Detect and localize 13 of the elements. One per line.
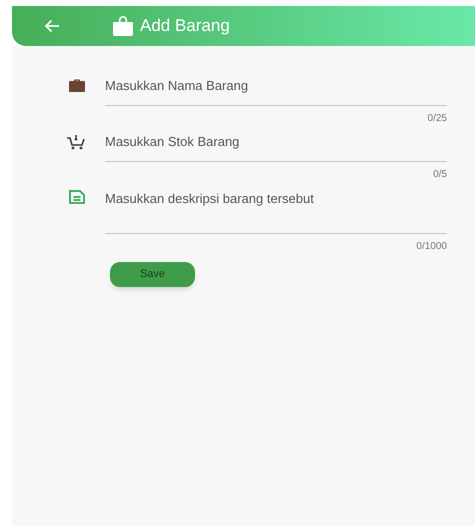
character-counter: 0/5 (433, 168, 447, 182)
cart-icon (67, 134, 85, 150)
character-counter: 0/25 (428, 112, 447, 126)
back-icon[interactable] (44, 19, 60, 33)
save-button[interactable]: Save (110, 262, 195, 287)
text-field[interactable]: Masukkan Nama Barang (105, 76, 447, 106)
character-counter: 0/1000 (416, 240, 447, 254)
text-field[interactable]: Masukkan deskripsi barang tersebut (105, 188, 447, 234)
document-icon (69, 190, 85, 204)
shopping-bag-icon (112, 16, 134, 36)
text-field[interactable]: Masukkan Stok Barang (105, 132, 447, 162)
briefcase-icon (69, 78, 85, 92)
app-bar-title: Add Barang (140, 15, 230, 38)
